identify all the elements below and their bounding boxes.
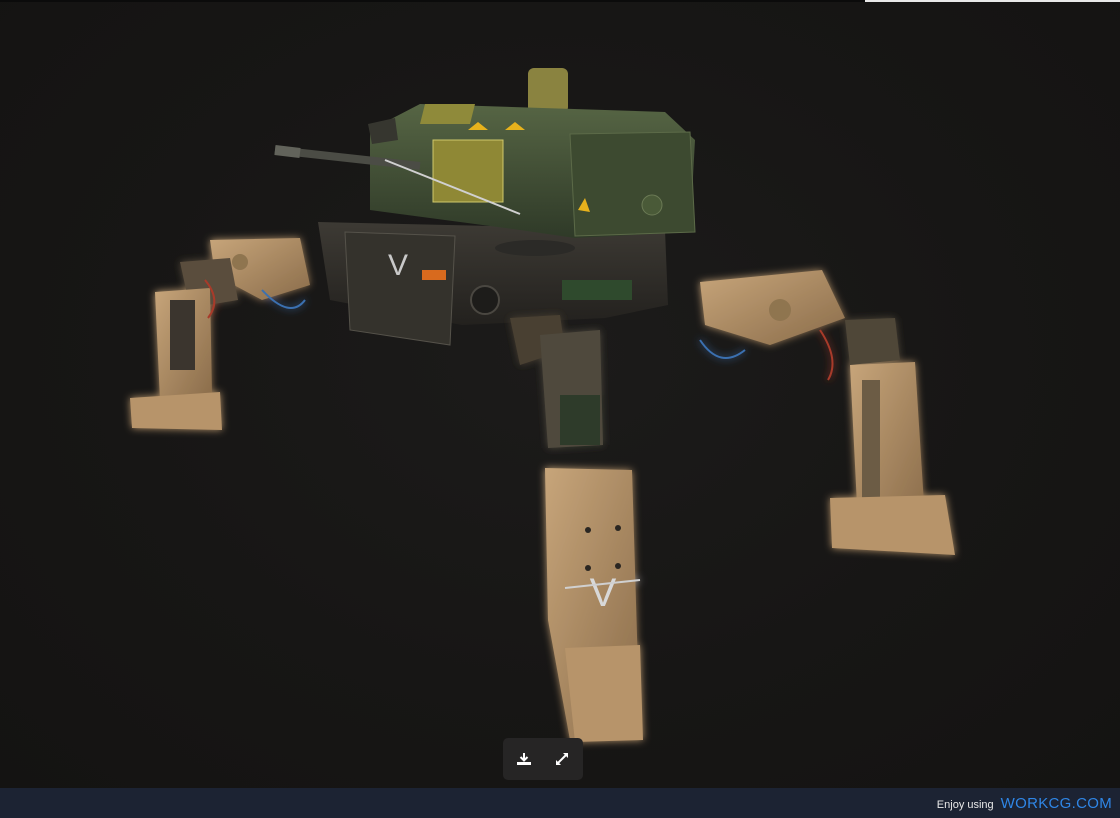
viewer-toolbar — [503, 738, 583, 780]
footer-brand-link[interactable]: WORKCG.COM — [1001, 795, 1112, 812]
mech-model-render[interactable]: V V — [0, 0, 1120, 788]
expand-icon — [554, 751, 570, 767]
model-viewer[interactable]: V V — [0, 0, 1120, 788]
leg-emblem: V — [590, 571, 617, 615]
download-button[interactable] — [508, 743, 540, 775]
mech-right-leg — [699, 270, 955, 555]
mech-left-leg — [130, 238, 310, 430]
footer-prefix-text: Enjoy using — [936, 799, 994, 811]
hull-emblem: V — [388, 249, 408, 282]
mech-front-leg: V — [510, 315, 643, 742]
fullscreen-button[interactable] — [546, 743, 578, 775]
mech-hull: V — [318, 222, 668, 346]
mech-turret — [274, 68, 696, 238]
download-icon — [516, 752, 532, 766]
footer-bar: Enjoy using WORKCG.COM — [0, 788, 1120, 818]
